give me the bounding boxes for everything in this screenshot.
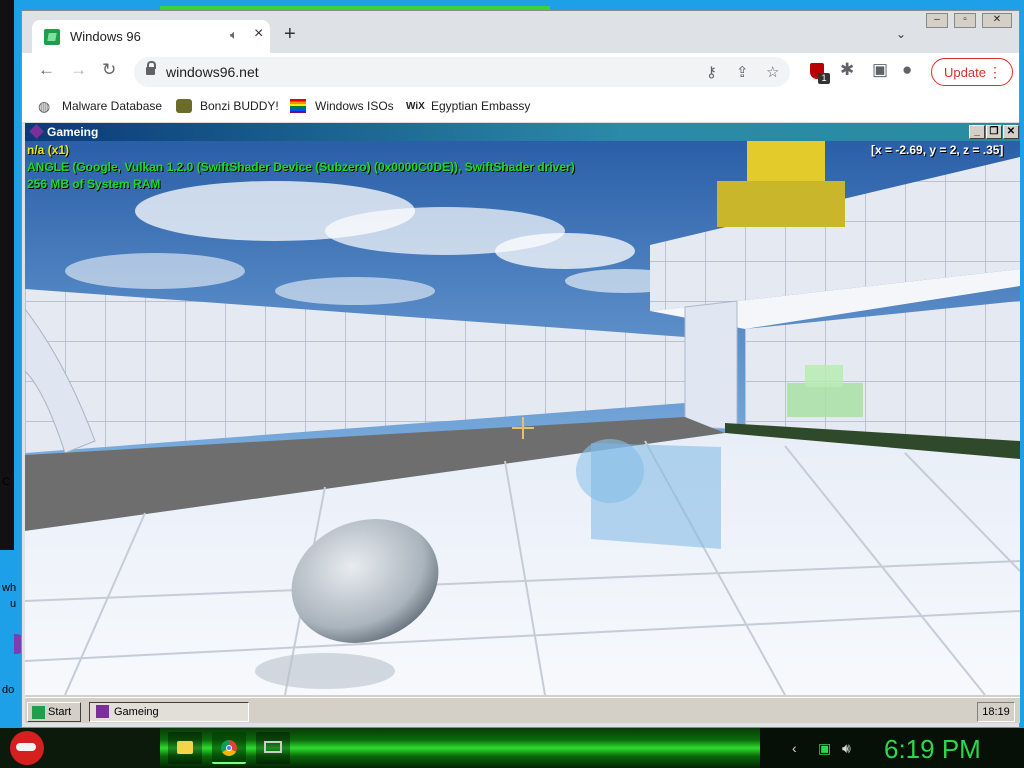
hud-ram: 256 MB of System RAM bbox=[27, 177, 161, 191]
chevron-down-icon[interactable]: ⌄ bbox=[896, 27, 906, 41]
key-icon[interactable]: ⚷ bbox=[706, 63, 717, 81]
desktop-dark-panel bbox=[0, 0, 14, 550]
puzzle-icon[interactable]: ✱ bbox=[840, 61, 854, 78]
battery-icon[interactable]: ▣ bbox=[818, 740, 831, 757]
wix-icon: WiX bbox=[406, 101, 425, 112]
gem-icon bbox=[96, 705, 109, 718]
desktop-text-fragment: u bbox=[10, 598, 17, 610]
remote-desktop-icon[interactable] bbox=[256, 732, 290, 764]
side-panel-icon[interactable]: ▣ bbox=[872, 61, 888, 78]
bookmark-egyptian-embassy[interactable]: Egyptian Embassy bbox=[431, 99, 530, 113]
hud-coordinates: [x = -2.69, y = 2, z = .35] bbox=[871, 143, 1004, 157]
folder-icon[interactable] bbox=[168, 732, 202, 764]
reload-icon[interactable]: ↻ bbox=[102, 61, 116, 78]
w96-taskbar: Start Gameing 18:19 bbox=[25, 697, 1020, 723]
desktop-text-fragment: do bbox=[2, 684, 15, 696]
restore-button[interactable]: ▫ bbox=[954, 13, 976, 28]
new-tab-button[interactable]: + bbox=[284, 24, 296, 44]
gorilla-icon bbox=[176, 99, 192, 113]
taskbar-item-gameing[interactable]: Gameing bbox=[89, 702, 249, 722]
volume-icon[interactable]: 🔊︎ bbox=[842, 740, 851, 757]
tab-strip: Windows 96 🔈︎ × + ⌄ – ▫ ✕ bbox=[22, 11, 1019, 53]
crosshair-icon bbox=[512, 417, 534, 439]
desktop-text-fragment: wh bbox=[2, 582, 17, 594]
rainbow-flag-icon bbox=[290, 99, 306, 113]
globe-icon: ◍ bbox=[38, 98, 51, 114]
address-bar[interactable]: windows96.net ⚷ ⇪ ☆ bbox=[134, 57, 790, 87]
windows96-favicon-icon bbox=[44, 29, 60, 45]
close-button[interactable]: ✕ bbox=[1003, 125, 1019, 139]
chevron-left-icon[interactable]: ‹ bbox=[792, 740, 797, 756]
more-menu-icon[interactable]: ⋮ bbox=[988, 64, 1002, 81]
minimize-button[interactable]: _ bbox=[969, 125, 985, 139]
bookmark-windows-isos[interactable]: Windows ISOs bbox=[315, 99, 394, 113]
profile-icon[interactable]: ● bbox=[902, 61, 912, 78]
hud-fps: n/a (x1) bbox=[27, 143, 70, 157]
back-arrow-icon[interactable]: ← bbox=[38, 61, 55, 78]
share-icon[interactable]: ⇪ bbox=[736, 63, 749, 81]
w96-clock: 18:19 bbox=[977, 702, 1015, 722]
desktop-text-fragment: C bbox=[2, 476, 10, 488]
speaker-icon[interactable]: 🔈︎ bbox=[230, 27, 238, 43]
bookmark-bonzi-buddy[interactable]: Bonzi BUDDY! bbox=[200, 99, 279, 113]
start-button[interactable]: Start bbox=[27, 702, 81, 722]
update-label: Update bbox=[944, 65, 986, 80]
update-button[interactable]: Update ⋮ bbox=[931, 58, 1013, 86]
maximize-button[interactable]: ❐ bbox=[986, 125, 1002, 139]
bookmarks-bar: ◍ Malware Database Bonzi BUDDY! Windows … bbox=[22, 91, 1019, 123]
lock-icon[interactable] bbox=[146, 61, 156, 76]
task-label: Gameing bbox=[114, 706, 159, 718]
browser-window: Windows 96 🔈︎ × + ⌄ – ▫ ✕ ← → ↻ windows9… bbox=[21, 10, 1020, 728]
window-title: Gameing bbox=[47, 125, 99, 139]
minimize-button[interactable]: – bbox=[926, 13, 948, 28]
bookmark-malware-database[interactable]: Malware Database bbox=[62, 99, 162, 113]
start-label: Start bbox=[48, 706, 72, 718]
gameing-window: Gameing _ ❐ ✕ n/a (x1) ANGLE (Google, Vu… bbox=[25, 123, 1020, 723]
hud-renderer: ANGLE (Google, Vulkan 1.2.0 (SwiftShader… bbox=[27, 160, 575, 174]
game-canvas[interactable]: n/a (x1) ANGLE (Google, Vulkan 1.2.0 (Sw… bbox=[25, 141, 1020, 695]
toolbar: ← → ↻ windows96.net ⚷ ⇪ ☆ 1 ✱ ▣ ● Update… bbox=[22, 53, 1019, 91]
forward-arrow-icon[interactable]: → bbox=[70, 61, 87, 78]
gameing-title-bar[interactable]: Gameing _ ❐ ✕ bbox=[25, 123, 1020, 141]
close-icon[interactable]: × bbox=[254, 25, 263, 43]
close-window-button[interactable]: ✕ bbox=[982, 13, 1012, 28]
windows96-logo-icon bbox=[32, 706, 45, 719]
star-icon[interactable]: ☆ bbox=[766, 63, 779, 81]
url-text[interactable]: windows96.net bbox=[166, 64, 259, 80]
chrome-icon[interactable] bbox=[212, 732, 246, 764]
extension-badge: 1 bbox=[818, 73, 830, 84]
host-clock: 6:19 PM bbox=[884, 734, 981, 764]
angry-bird-start-icon[interactable] bbox=[10, 731, 44, 765]
gem-icon bbox=[29, 124, 44, 139]
tab-windows96[interactable]: Windows 96 🔈︎ × bbox=[32, 20, 270, 53]
tab-title: Windows 96 bbox=[70, 29, 141, 44]
